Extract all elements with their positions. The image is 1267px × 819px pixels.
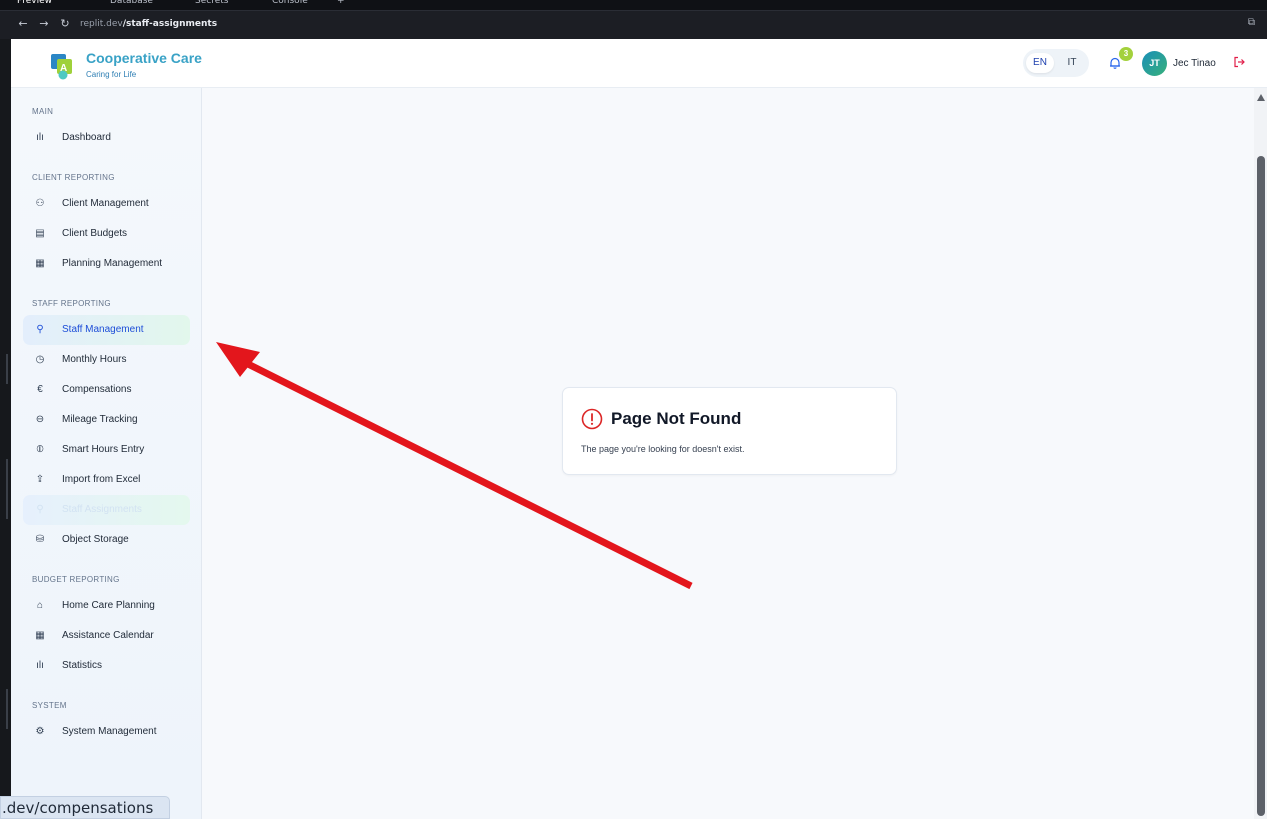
sidebar-item-label: Mileage Tracking [62,414,138,425]
section-label-staff-reporting: STAFF REPORTING [32,299,111,308]
scroll-up-icon[interactable] [1257,94,1265,101]
budget-icon: ▤ [35,228,45,239]
sidebar-item-label: Planning Management [62,258,163,269]
sidebar-item-mileage-tracking[interactable]: ⊖ Mileage Tracking [23,405,190,435]
sidebar-item-label: Assistance Calendar [62,630,154,641]
upload-icon: ⇪ [35,474,45,485]
sidebar-item-label: Object Storage [62,534,129,545]
sidebar-item-label: Smart Hours Entry [62,444,145,455]
address-bar: ← → ↻ replit.dev/staff-assignments ⧉ [0,10,1267,39]
sidebar-item-compensations[interactable]: € Compensations [23,375,190,405]
euro-icon: € [37,384,43,395]
language-switcher: EN IT [1023,49,1089,77]
forward-icon[interactable]: → [37,17,51,30]
gear-icon: ⚙ [35,726,45,737]
lang-it-button[interactable]: IT [1058,53,1086,73]
left-panel-edge [0,39,11,819]
tab-console[interactable]: Console [272,0,308,8]
user-name[interactable]: Jec Tinao [1173,58,1216,69]
user-check-icon: ⚲ [36,324,44,335]
error-title: Page Not Found [611,409,742,428]
sidebar-item-label: Compensations [62,384,132,395]
tab-preview[interactable]: Preview [17,0,52,8]
sidebar-item-label: Statistics [62,660,103,671]
section-label-budget-reporting: BUDGET REPORTING [32,575,120,584]
edge-marker [6,459,8,519]
error-message: The page you're looking for doesn't exis… [581,444,745,454]
calendar-icon: ▦ [35,630,45,641]
avatar[interactable]: JT [1142,51,1167,76]
bar-chart-icon: ılı [36,132,44,143]
users-icon: ⚇ [35,198,45,209]
sidebar-item-label: Dashboard [62,132,111,143]
alert-circle-icon [581,408,603,430]
sidebar-item-label: Staff Assignments [62,504,142,515]
sidebar-item-label: Import from Excel [62,474,141,485]
assign-icon: ⚲ [36,504,44,515]
home-icon: ⌂ [36,600,44,611]
sidebar-item-staff-management[interactable]: ⚲ Staff Management [23,315,190,345]
sidebar-item-smart-hours-entry[interactable]: ⦶ Smart Hours Entry [23,435,190,465]
sidebar-item-import-from-excel[interactable]: ⇪ Import from Excel [23,465,190,495]
sidebar-item-planning-management[interactable]: ▦ Planning Management [23,249,190,279]
sidebar-item-monthly-hours[interactable]: ◷ Monthly Hours [23,345,190,375]
app-window: A Cooperative Care Caring for Life EN IT… [11,39,1267,819]
sidebar-item-label: System Management [62,726,157,737]
section-label-main: MAIN [32,107,54,116]
sidebar-item-statistics[interactable]: ılı Statistics [23,651,190,681]
bar-chart-icon: ılı [36,660,44,671]
reload-icon[interactable]: ↻ [58,17,72,30]
edge-marker [6,354,8,384]
link-status-tooltip: .dev/compensations [0,796,170,819]
sidebar-item-client-budgets[interactable]: ▤ Client Budgets [23,219,190,249]
section-label-client-reporting: CLIENT REPORTING [32,173,115,182]
main-content: Page Not Found The page you're looking f… [203,88,1267,819]
tab-database[interactable]: Database [110,0,153,8]
not-found-card: Page Not Found The page you're looking f… [562,387,897,475]
sidebar-item-object-storage[interactable]: ⛁ Object Storage [23,525,190,555]
sidebar-item-label: Client Management [62,198,149,209]
sidebar: MAIN ılı Dashboard CLIENT REPORTING ⚇ Cl… [11,88,202,819]
clock-icon: ◷ [35,354,45,365]
url-path: /staff-assignments [122,19,218,29]
edge-marker [6,689,8,729]
logout-icon[interactable] [1232,55,1246,69]
sidebar-item-dashboard[interactable]: ılı Dashboard [23,123,190,153]
browser-tab-strip: Preview Database Secrets Console + [0,0,1267,10]
devices-icon[interactable]: ⧉ [1248,17,1255,28]
smart-icon: ⦶ [36,444,44,455]
sidebar-item-home-care-planning[interactable]: ⌂ Home Care Planning [23,591,190,621]
url-host: replit.dev [80,19,123,29]
calendar-icon: ▦ [35,258,45,269]
sidebar-item-label: Client Budgets [62,228,128,239]
car-icon: ⊖ [35,414,45,425]
url-field[interactable]: replit.dev/staff-assignments [80,19,217,29]
brand-title: Cooperative Care [86,50,202,66]
brand-subtitle: Caring for Life [86,70,137,79]
new-tab-button[interactable]: + [337,0,345,8]
sidebar-item-label: Monthly Hours [62,354,127,365]
sidebar-item-label: Home Care Planning [62,600,155,611]
notification-badge: 3 [1119,47,1133,61]
page-scrollbar[interactable] [1254,88,1267,819]
scrollbar-thumb[interactable] [1257,156,1265,816]
sidebar-item-client-management[interactable]: ⚇ Client Management [23,189,190,219]
sidebar-item-system-management[interactable]: ⚙ System Management [23,717,190,747]
brand-logo-icon: A [51,54,72,80]
top-header: A Cooperative Care Caring for Life EN IT… [11,39,1267,88]
sidebar-item-assistance-calendar[interactable]: ▦ Assistance Calendar [23,621,190,651]
lang-en-button[interactable]: EN [1026,53,1054,73]
sidebar-item-label: Staff Management [62,324,144,335]
back-icon[interactable]: ← [16,17,30,30]
database-icon: ⛁ [35,534,45,545]
tab-secrets[interactable]: Secrets [195,0,228,8]
sidebar-item-staff-assignments[interactable]: ⚲ Staff Assignments [23,495,190,525]
section-label-system: SYSTEM [32,701,67,710]
